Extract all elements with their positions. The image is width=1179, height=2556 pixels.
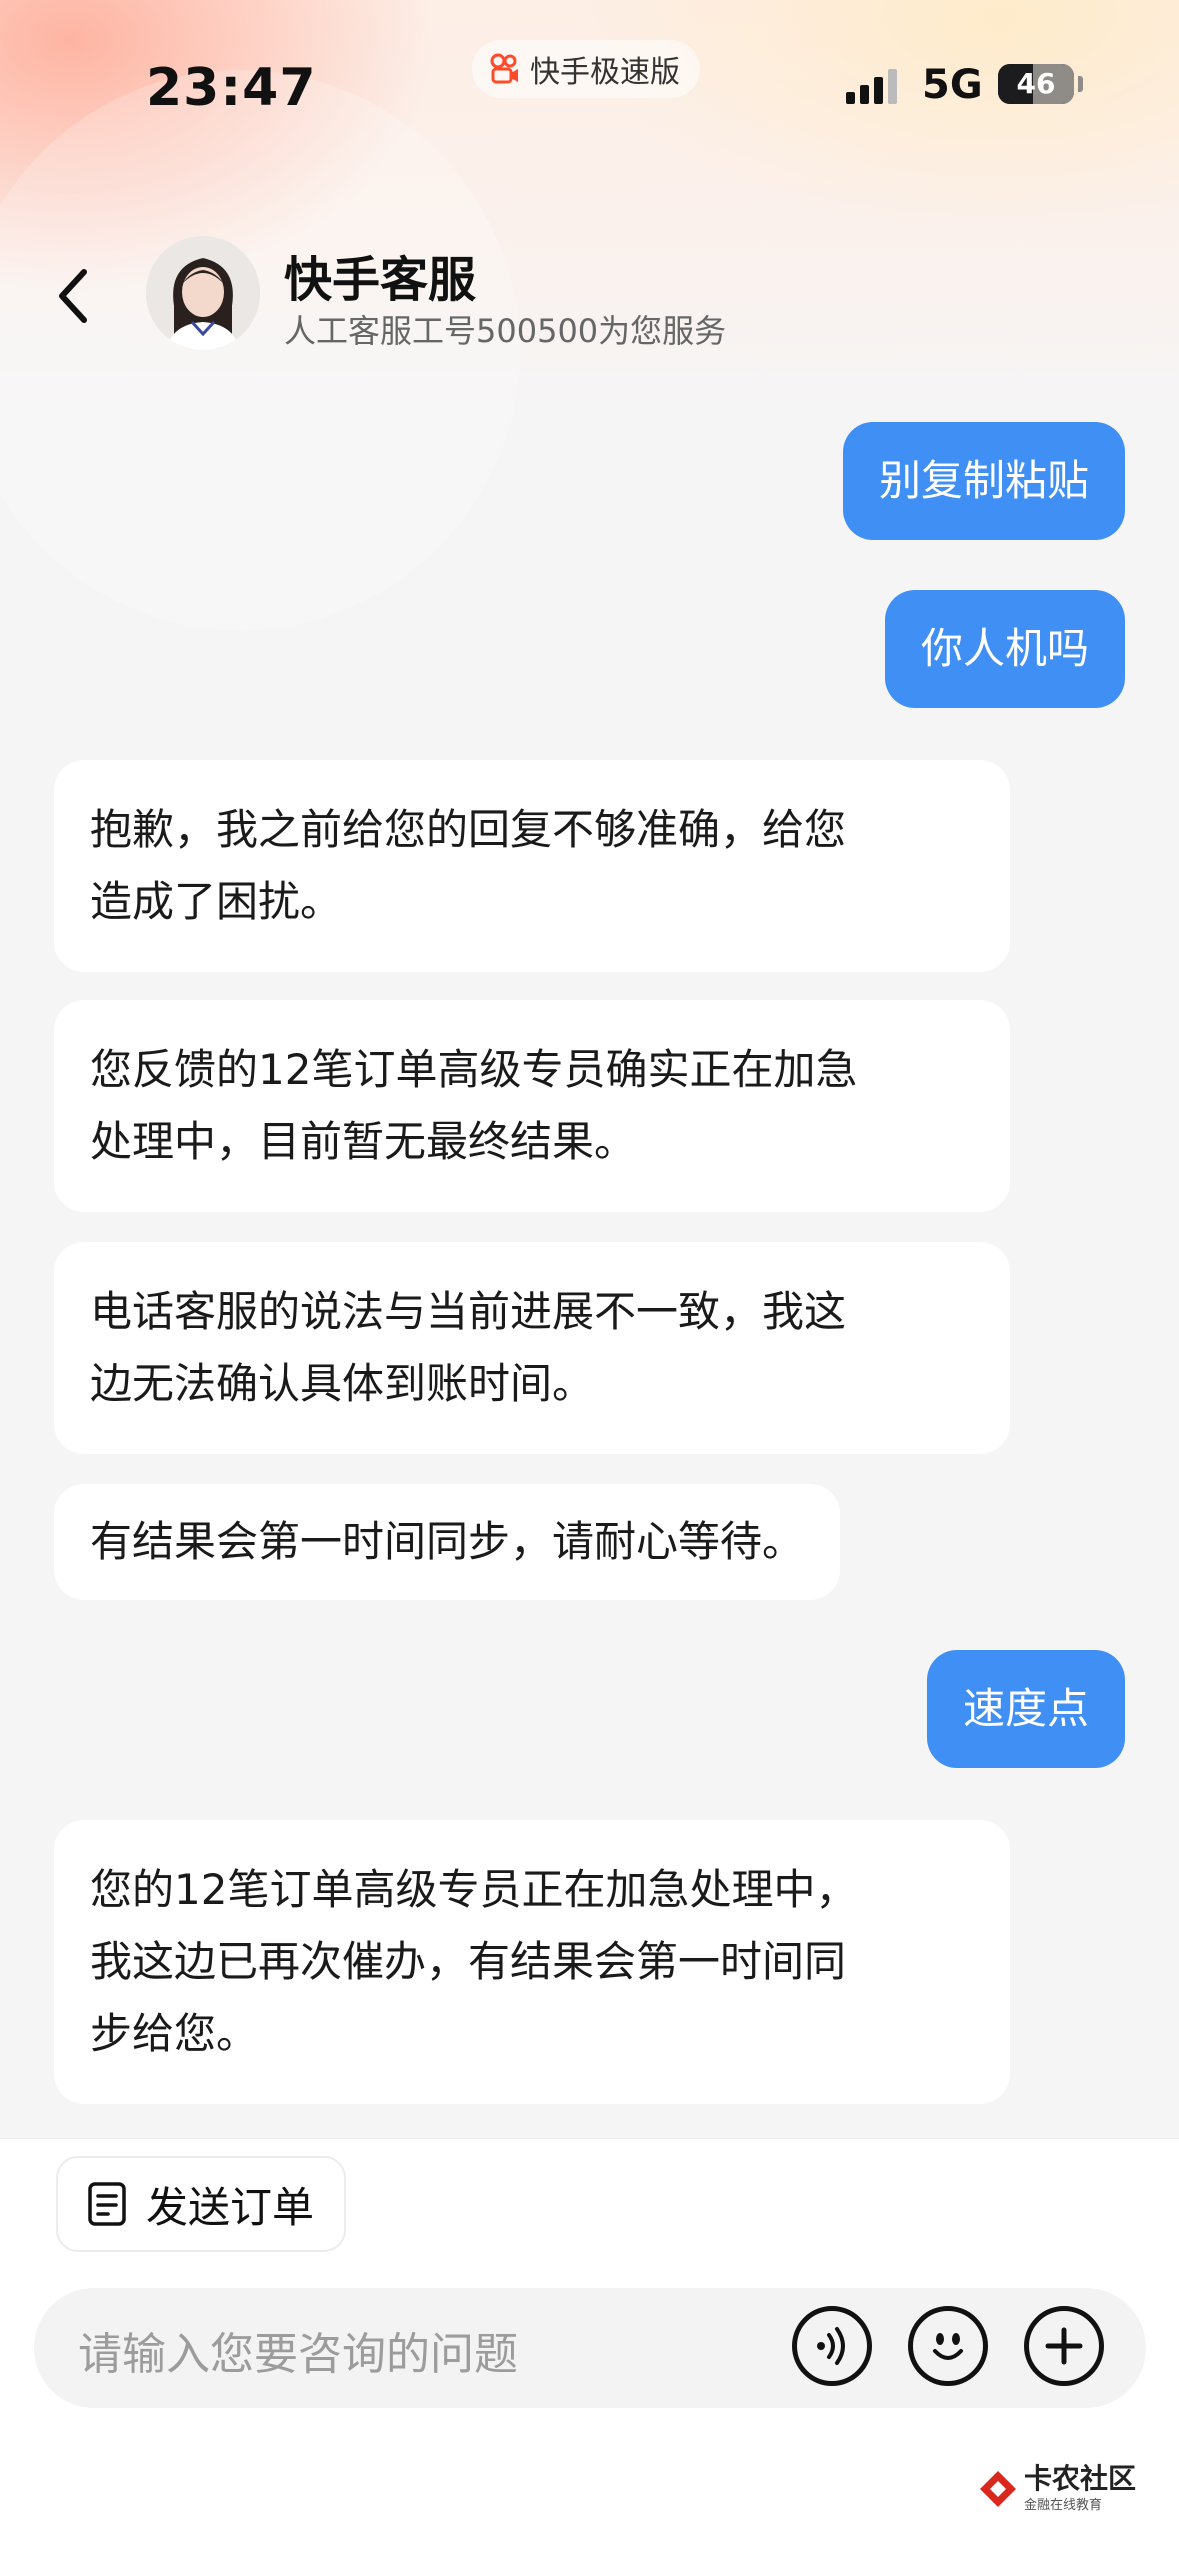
app-return-pill[interactable]: 快手极速版: [472, 40, 700, 98]
more-button[interactable]: [1024, 2306, 1104, 2386]
message-line: 电话客服的说法与当前进展不一致，我这: [90, 1287, 847, 1336]
smiley-face-icon: [933, 2333, 963, 2360]
battery-tip: [1078, 76, 1083, 92]
app-pill-label: 快手极速版: [530, 55, 680, 90]
agent-subtitle: 人工客服工号500500为您服务: [284, 312, 727, 350]
input-placeholder: 请输入您要咨询的问题: [78, 2329, 518, 2380]
document-icon: [88, 2182, 126, 2226]
voice-button[interactable]: [792, 2306, 872, 2386]
message-line: 有结果会第一时间同步，请耐心等待。: [90, 1517, 805, 1566]
kanong-logo-icon: [980, 2470, 1016, 2507]
plus-icon: [1045, 2327, 1083, 2365]
emoji-button[interactable]: [908, 2306, 988, 2386]
message-text: 你人机吗: [920, 624, 1089, 673]
message-text: 别复制粘贴: [878, 456, 1089, 505]
message-line: 造成了困扰。: [90, 877, 343, 926]
agent-portrait-icon: [146, 236, 260, 350]
battery-percent: 46: [1016, 67, 1056, 100]
message-line: 您的12笔订单高级专员正在加急处理中，: [90, 1865, 858, 1914]
kuaishou-logo-icon: [490, 53, 518, 84]
user-message[interactable]: 速度点: [926, 1650, 1125, 1768]
message-text: 速度点: [962, 1684, 1089, 1733]
message-line: 边无法确认具体到账时间。: [90, 1359, 595, 1408]
agent-message[interactable]: 有结果会第一时间同步，请耐心等待。: [54, 1484, 841, 1600]
watermark-subtitle: 金融在线教育: [1024, 2498, 1103, 2513]
voice-wave-icon: [817, 2327, 845, 2365]
signal-strength-icon: [846, 68, 897, 104]
chevron-left-icon: [59, 269, 87, 323]
agent-message[interactable]: 抱歉，我之前给您的回复不够准确，给您 造成了困扰。: [54, 760, 1010, 972]
message-line: 您反馈的12笔订单高级专员确实正在加急: [90, 1045, 858, 1094]
message-line: 我这边已再次催办，有结果会第一时间同: [90, 1937, 847, 1986]
send-order-label: 发送订单: [146, 2182, 315, 2232]
watermark-text: 卡农社区 金融在线教育: [1024, 2462, 1137, 2514]
watermark-title: 卡农社区: [1024, 2462, 1137, 2495]
user-message[interactable]: 你人机吗: [884, 590, 1125, 708]
agent-avatar[interactable]: [146, 236, 260, 350]
network-type: 5G: [922, 62, 983, 108]
status-time: 23:47: [146, 58, 317, 118]
agent-message[interactable]: 您的12笔订单高级专员正在加急处理中， 我这边已再次催办，有结果会第一时间同 步…: [54, 1820, 1010, 2104]
agent-name: 快手客服: [284, 252, 477, 308]
battery-icon: 46: [998, 64, 1074, 104]
user-message[interactable]: 别复制粘贴: [842, 422, 1125, 540]
message-line: 步给您。: [90, 2009, 259, 2058]
watermark: 卡农社区 金融在线教育: [978, 2464, 1136, 2513]
send-order-button[interactable]: 发送订单: [56, 2156, 347, 2252]
message-line: 处理中，目前暂无最终结果。: [90, 1117, 637, 1166]
message-line: 抱歉，我之前给您的回复不够准确，给您: [90, 805, 847, 854]
agent-message[interactable]: 电话客服的说法与当前进展不一致，我这 边无法确认具体到账时间。: [54, 1242, 1010, 1454]
agent-message[interactable]: 您反馈的12笔订单高级专员确实正在加急 处理中，目前暂无最终结果。: [54, 1000, 1010, 1212]
back-button[interactable]: [44, 256, 104, 336]
